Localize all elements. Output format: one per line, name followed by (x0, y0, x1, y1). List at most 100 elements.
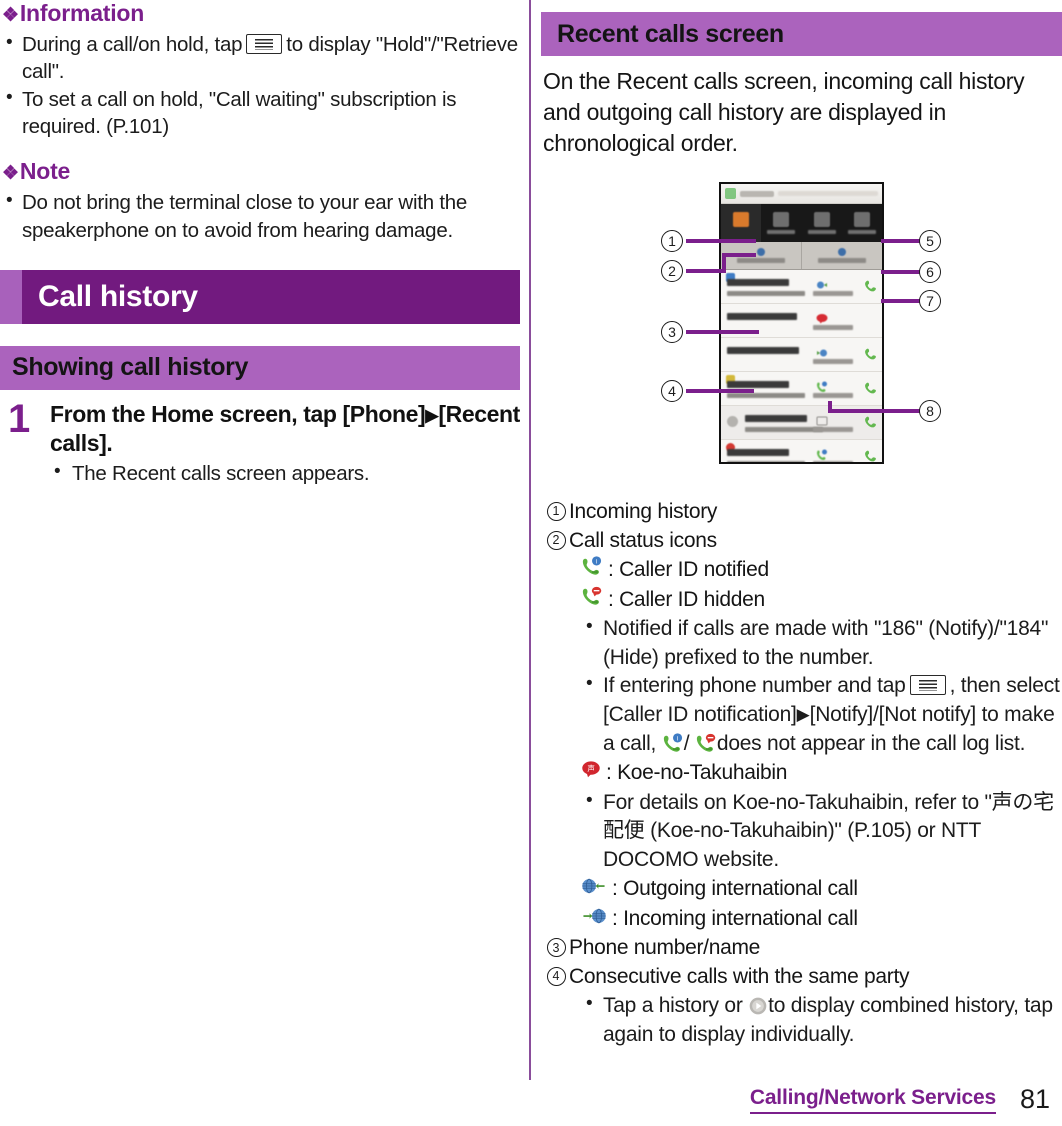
play-expand-icon (748, 996, 768, 1016)
call-button (864, 414, 877, 430)
callout-6: 6 (919, 261, 941, 284)
call-button (864, 380, 877, 396)
note-heading-label: Note (19, 158, 71, 185)
section-band-recent-calls-screen: Recent calls screen (541, 12, 1062, 56)
svg-text:声: 声 (587, 763, 594, 773)
section-band-showing-call-history: Showing call history (0, 345, 520, 390)
subtab-label (818, 258, 866, 264)
step-body: From the Home screen, tap [Phone]▶[Recen… (50, 400, 520, 488)
callout-1: 1 (661, 230, 683, 253)
page-number: 81 (1019, 1084, 1050, 1114)
callout-label: 4 (668, 383, 676, 400)
contact-name (745, 415, 807, 423)
definition-number: 1 (543, 501, 569, 522)
list-item: Tap a history or to display combined his… (581, 991, 1062, 1049)
definition-2: 2 Call status icons (543, 527, 1062, 556)
icon-legend-koe-no-takuhaibin: 声 : Koe-no-Takuhaibin (543, 759, 1062, 788)
list-item: The Recent calls screen appears. (50, 459, 520, 487)
tab-label (767, 230, 796, 235)
information-heading-label: Information (19, 0, 145, 26)
list-item: If entering phone number and tap, then s… (581, 671, 1062, 758)
contact-number (727, 393, 805, 399)
callout-2: 2 (661, 260, 683, 283)
incoming-icon (757, 248, 765, 257)
contact-number (745, 427, 823, 433)
icon-legend-text: : Caller ID notified (608, 558, 769, 582)
icon-legend-text: : Koe-no-Takuhaibin (606, 761, 788, 785)
phone-tabbar (721, 204, 882, 243)
list-item: Do not bring the terminal close to your … (2, 188, 520, 244)
diamond-icon: ❖ (2, 163, 19, 185)
right-column: Recent calls screen On the Recent calls … (541, 0, 1062, 1050)
chapter-title: Call history (38, 279, 198, 313)
recent-calls-figure: 1 2 3 4 5 6 7 8 (541, 177, 1062, 482)
icon-legend-text: : Outgoing international call (612, 877, 858, 901)
column-divider (529, 0, 531, 1080)
caller-id-notified-icon (816, 448, 828, 461)
callout-4: 4 (661, 380, 683, 403)
call-time (813, 325, 853, 331)
menu-key-icon (909, 675, 946, 696)
section-title: Showing call history (12, 353, 249, 382)
list-item: Notified if calls are made with "186" (N… (581, 614, 1062, 672)
step-title-part-a: From the Home screen, tap [Phone] (50, 400, 426, 427)
caller-id-hidden-icon (695, 733, 717, 754)
tab-call-log (802, 204, 842, 242)
icon-legend-outgoing-international: : Outgoing international call (543, 875, 1062, 904)
phone-app-icon (725, 188, 736, 200)
callout-label: 5 (926, 233, 934, 250)
phone-app-titlebar (721, 184, 882, 205)
step-bullets: The Recent calls screen appears. (50, 459, 520, 487)
slash-separator: / (683, 731, 690, 755)
manual-page: ❖ Information During a call/on hold, tap… (0, 0, 1062, 1126)
leader-line-1 (686, 239, 756, 244)
note-bullets: Do not bring the terminal close to your … (2, 188, 520, 244)
note-heading: ❖ Note (2, 158, 520, 185)
leader-line-2a (686, 269, 726, 274)
bullet-part-a: Tap a history or (603, 994, 743, 1018)
dialpad-icon (733, 212, 750, 228)
leader-line-4 (686, 389, 754, 394)
koe-no-takuhaibin-icon (816, 312, 828, 324)
phonebook-icon (853, 212, 870, 228)
tab-label (807, 230, 836, 235)
call-button (864, 346, 877, 362)
group-count-icon (816, 414, 828, 426)
contact-number (727, 347, 799, 355)
bullet-part-d: does not appear in the call log list. (716, 731, 1026, 755)
step-number: 1 (8, 396, 31, 441)
definition-text: Incoming history (569, 500, 718, 524)
star-icon (773, 212, 790, 228)
chapter-accent-bar (0, 269, 22, 324)
outgoing-international-call-icon (581, 875, 607, 894)
definition-text: Phone number/name (569, 936, 761, 960)
icon-legend-incoming-international: : Incoming international call (543, 905, 1062, 934)
outgoing-icon (838, 248, 846, 257)
arrow-right-icon: ▶ (425, 405, 439, 425)
definition-1: 1 Incoming history (543, 498, 1062, 527)
callout-label: 8 (926, 403, 934, 420)
incoming-international-call-icon (816, 346, 828, 358)
call-time (813, 359, 853, 365)
leader-line-2c (722, 253, 756, 258)
contact-name (727, 279, 789, 287)
circled-number: 1 (546, 502, 566, 522)
item2-bullets: Notified if calls are made with "186" (N… (543, 614, 1062, 758)
page-footer: Calling/Network Services 81 (0, 1084, 1062, 1126)
phone-app-title-text (740, 190, 774, 197)
contact-name (727, 313, 797, 321)
subtab-outgoing-history (802, 242, 882, 269)
step-title: From the Home screen, tap [Phone]▶[Recen… (50, 400, 520, 458)
menu-key-icon (246, 34, 283, 55)
caller-id-notified-icon: i (581, 556, 603, 577)
callout-label: 2 (668, 263, 676, 280)
item2-koe-bullet: For details on Koe-no-Takuhaibin, refer … (543, 788, 1062, 875)
icon-legend-text: : Incoming international call (612, 906, 858, 930)
tab-phonebook (842, 204, 882, 242)
tab-favourites (761, 204, 801, 242)
definition-number: 2 (543, 530, 569, 551)
caller-id-hidden-icon (581, 586, 603, 607)
call-time (813, 291, 853, 297)
incoming-international-call-icon (581, 905, 607, 924)
definition-number: 3 (543, 937, 569, 958)
